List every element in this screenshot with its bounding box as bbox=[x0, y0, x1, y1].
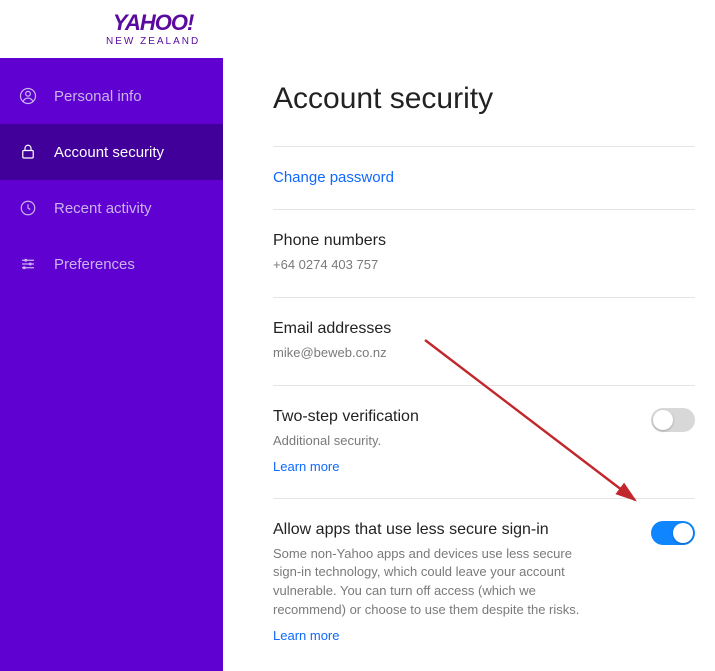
clock-icon bbox=[18, 198, 38, 218]
email-value: mike@beweb.co.nz bbox=[273, 344, 603, 363]
header: YAHOO! NEW ZEALAND bbox=[0, 0, 715, 58]
sidebar-item-label: Preferences bbox=[54, 256, 135, 273]
sidebar-item-label: Account security bbox=[54, 144, 164, 161]
twostep-sub: Additional security. bbox=[273, 432, 603, 451]
sidebar-item-label: Personal info bbox=[54, 88, 142, 105]
logo-bang: ! bbox=[187, 10, 193, 35]
twostep-title: Two-step verification bbox=[273, 408, 695, 426]
sidebar: Personal info Account security Recent ac… bbox=[0, 58, 223, 671]
section-email-addresses[interactable]: Email addresses mike@beweb.co.nz bbox=[273, 297, 695, 385]
section-two-step: Two-step verification Additional securit… bbox=[273, 385, 695, 498]
toggle-knob bbox=[653, 410, 673, 430]
section-phone-numbers[interactable]: Phone numbers +64 0274 403 757 bbox=[273, 209, 695, 297]
yahoo-logo[interactable]: YAHOO! NEW ZEALAND bbox=[106, 12, 200, 47]
phone-title: Phone numbers bbox=[273, 232, 695, 250]
lock-icon bbox=[18, 142, 38, 162]
twostep-toggle[interactable] bbox=[651, 408, 695, 432]
less-secure-toggle[interactable] bbox=[651, 521, 695, 545]
sidebar-item-preferences[interactable]: Preferences bbox=[0, 236, 223, 292]
section-less-secure-apps: Allow apps that use less secure sign-in … bbox=[273, 498, 695, 667]
logo-text: YAHOO bbox=[113, 10, 187, 35]
less-secure-learn-more-link[interactable]: Learn more bbox=[273, 628, 339, 643]
section-change-password: Change password bbox=[273, 146, 695, 209]
sidebar-item-recent-activity[interactable]: Recent activity bbox=[0, 180, 223, 236]
sidebar-item-label: Recent activity bbox=[54, 200, 152, 217]
logo-region: NEW ZEALAND bbox=[106, 36, 200, 47]
sidebar-item-personal-info[interactable]: Personal info bbox=[0, 68, 223, 124]
sidebar-item-account-security[interactable]: Account security bbox=[0, 124, 223, 180]
twostep-learn-more-link[interactable]: Learn more bbox=[273, 459, 339, 474]
person-icon bbox=[18, 86, 38, 106]
email-title: Email addresses bbox=[273, 320, 695, 338]
main-content: Account security Change password Phone n… bbox=[223, 58, 715, 671]
sliders-icon bbox=[18, 254, 38, 274]
page-title: Account security bbox=[273, 82, 695, 116]
change-password-link[interactable]: Change password bbox=[273, 169, 394, 186]
phone-value: +64 0274 403 757 bbox=[273, 256, 603, 275]
toggle-knob bbox=[673, 523, 693, 543]
less-secure-sub: Some non-Yahoo apps and devices use less… bbox=[273, 545, 603, 620]
less-secure-title: Allow apps that use less secure sign-in bbox=[273, 521, 695, 539]
